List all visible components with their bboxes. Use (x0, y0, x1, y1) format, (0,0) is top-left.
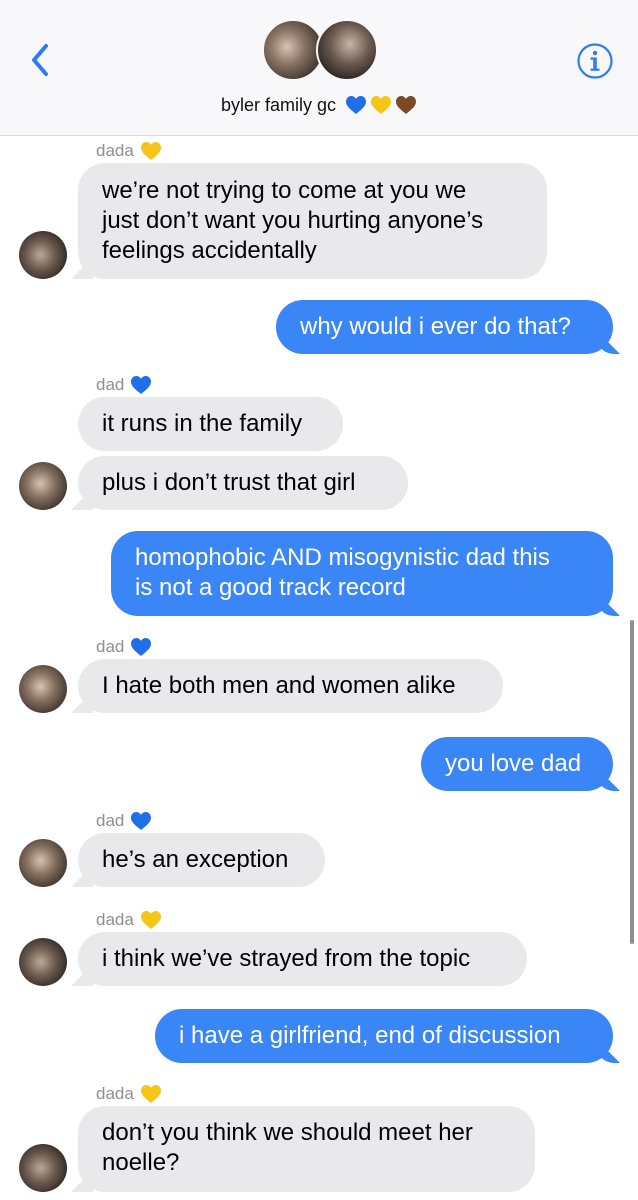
blue-heart-icon (131, 638, 152, 656)
yellow-heart-icon (140, 1085, 161, 1103)
outgoing-message-bubble[interactable]: why would i ever do that? (276, 300, 613, 354)
group-avatars[interactable] (262, 19, 378, 81)
sender-name: dada (96, 910, 134, 929)
sender-name: dad (96, 811, 125, 830)
sender-name: dad (96, 637, 125, 656)
message-line: don’t you think we should meet her (102, 1119, 473, 1146)
sender-name: dada (96, 1084, 134, 1103)
message-line: homophobic AND misogynistic dad this (135, 544, 550, 571)
incoming-message-bubble[interactable]: don’t you think we should meet her noell… (78, 1106, 535, 1192)
scrollbar[interactable] (630, 620, 634, 944)
message-line: we’re not trying to come at you we (102, 177, 467, 204)
yellow-heart-icon (371, 96, 392, 114)
blue-heart-icon (131, 376, 152, 394)
sender-avatar[interactable] (19, 1144, 67, 1192)
incoming-message-bubble[interactable]: I hate both men and women alike (78, 659, 503, 713)
message-line: plus i don’t trust that girl (102, 469, 356, 496)
incoming-message-bubble[interactable]: he’s an exception (78, 833, 325, 887)
message-line: he’s an exception (102, 846, 289, 873)
incoming-message-bubble[interactable]: plus i don’t trust that girl (78, 456, 408, 510)
sender-label: dada (96, 1082, 162, 1106)
message-line: is not a good track record (135, 574, 406, 601)
sender-label: dad (96, 373, 152, 397)
sender-name: dad (96, 375, 125, 394)
outgoing-message-bubble[interactable]: you love dad (421, 737, 613, 791)
incoming-message-bubble[interactable]: it runs in the family (78, 397, 343, 451)
sender-avatar[interactable] (19, 231, 67, 279)
message-line: it runs in the family (102, 410, 303, 437)
outgoing-message-bubble[interactable]: homophobic AND misogynistic dad this is … (111, 531, 613, 616)
message-line: I hate both men and women alike (102, 672, 456, 699)
info-icon[interactable] (576, 42, 614, 80)
message-line: you love dad (445, 750, 582, 777)
group-member-avatar (262, 19, 324, 81)
incoming-message-bubble[interactable]: we’re not trying to come at you we just … (78, 163, 547, 279)
conversation-header: byler family gc (0, 0, 638, 136)
outgoing-message-bubble[interactable]: i have a girlfriend, end of discussion (155, 1009, 613, 1063)
sender-label: dada (96, 908, 162, 932)
sender-label: dad (96, 809, 152, 833)
message-line: i have a girlfriend, end of discussion (179, 1022, 561, 1049)
yellow-heart-icon (140, 142, 161, 160)
yellow-heart-icon (140, 911, 161, 929)
sender-avatar[interactable] (19, 665, 67, 713)
group-name: byler family gc (220, 94, 337, 115)
back-chevron-icon[interactable] (26, 40, 56, 80)
sender-avatar[interactable] (19, 839, 67, 887)
message-line: just don’t want you hurting anyone’s (102, 207, 484, 234)
blue-heart-icon (346, 96, 367, 114)
message-line: i think we’ve strayed from the topic (102, 945, 471, 972)
group-member-avatar (316, 19, 378, 81)
incoming-message-bubble[interactable]: i think we’ve strayed from the topic (78, 932, 527, 986)
blue-heart-icon (131, 812, 152, 830)
message-line: why would i ever do that? (300, 313, 571, 340)
group-title[interactable]: byler family gc (0, 92, 638, 118)
sender-label: dada (96, 139, 162, 163)
brown-heart-icon (396, 96, 417, 114)
message-line: feelings accidentally (102, 237, 317, 264)
sender-label: dad (96, 635, 152, 659)
sender-avatar[interactable] (19, 938, 67, 986)
sender-name: dada (96, 141, 134, 160)
sender-avatar[interactable] (19, 462, 67, 510)
message-line: noelle? (102, 1149, 180, 1176)
